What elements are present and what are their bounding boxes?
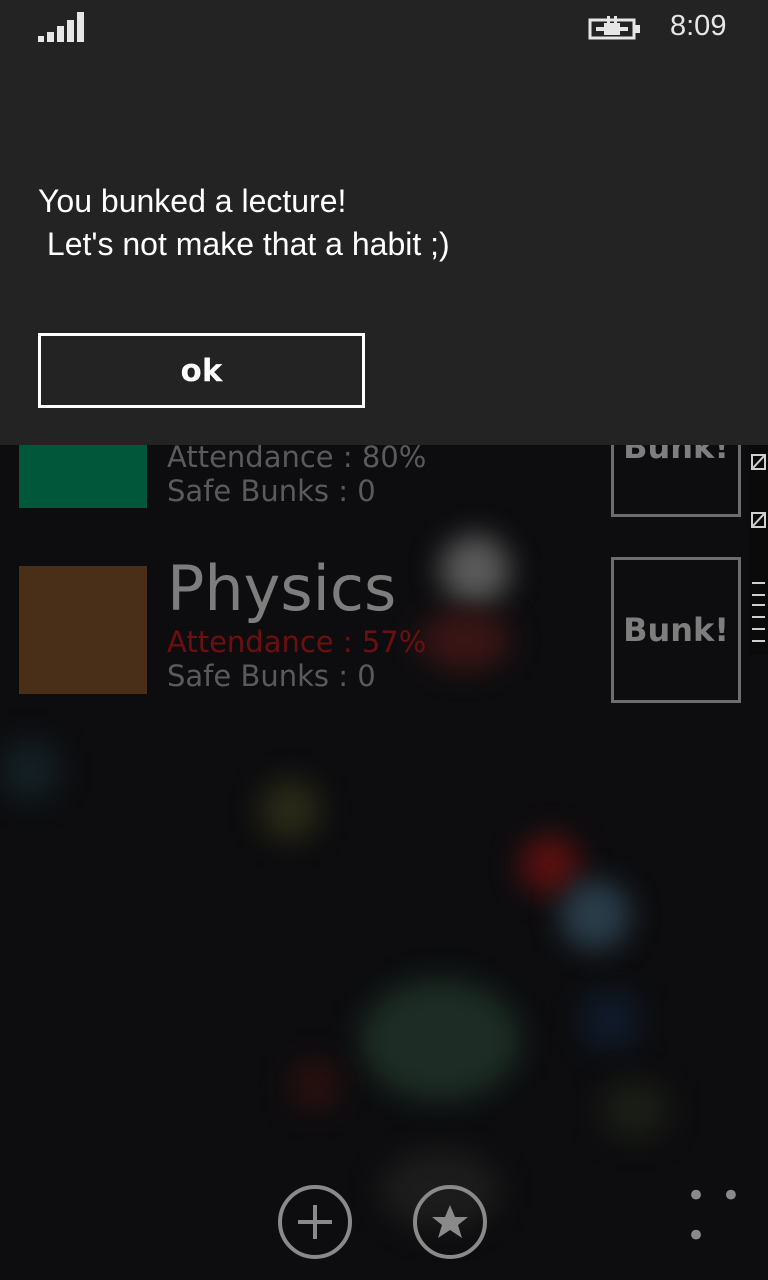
bunk-button[interactable]: Bunk! — [611, 557, 741, 703]
bunk-label: Bunk! — [623, 611, 729, 649]
scroll-indicator — [749, 445, 768, 655]
attendance-text: Attendance : 57% — [167, 625, 427, 659]
add-icon — [298, 1205, 332, 1239]
status-bar: 8:09 — [0, 0, 768, 56]
subject-color-tile — [19, 566, 147, 694]
safe-bunks-text: Safe Bunks : 0 — [167, 659, 376, 693]
add-subject-button[interactable] — [278, 1185, 352, 1259]
clock: 8:09 — [670, 10, 727, 42]
battery-charging-icon — [588, 16, 640, 40]
dialog-message: You bunked a lecture! Let's not make tha… — [38, 180, 738, 266]
dialog-message-line-1: You bunked a lecture! — [38, 183, 347, 219]
more-options-button[interactable]: • • • — [686, 1176, 768, 1256]
favorite-icon — [432, 1205, 468, 1238]
dialog-message-line-2: Let's not make that a habit ;) — [38, 226, 450, 262]
subject-name: Physics — [167, 552, 397, 625]
message-dialog: 8:09 You bunked a lecture! Let's not mak… — [0, 0, 768, 445]
favorite-button[interactable] — [413, 1185, 487, 1259]
safe-bunks-text: Safe Bunks : 0 — [167, 474, 376, 508]
attendance-text: Attendance : 80% — [167, 440, 427, 474]
ok-button[interactable]: ok — [38, 333, 365, 408]
ok-label: ok — [180, 352, 223, 389]
signal-strength-icon — [38, 12, 84, 42]
